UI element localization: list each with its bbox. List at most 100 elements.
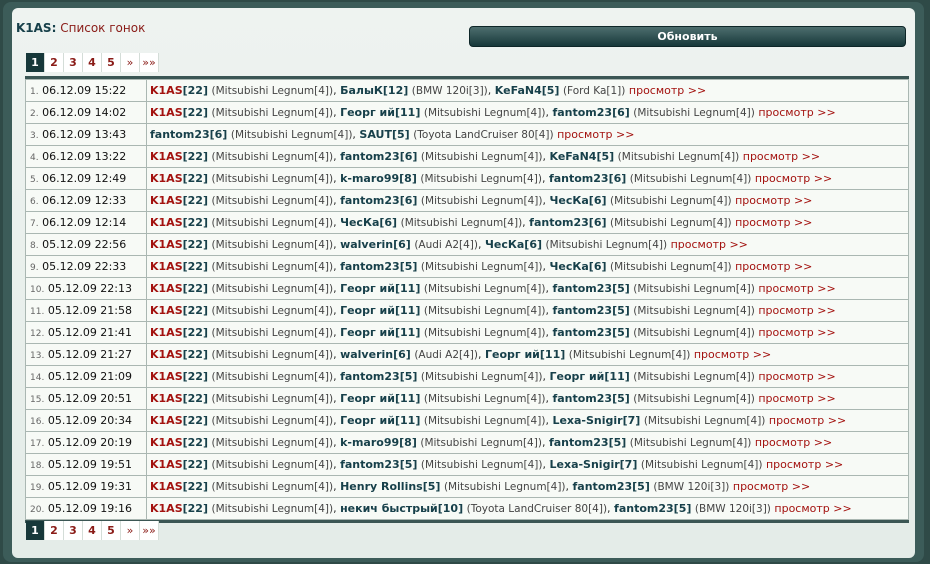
racer-name[interactable]: fantom23 — [340, 260, 400, 273]
racer-name[interactable]: fantom23 — [340, 150, 400, 163]
racer-name[interactable]: Георг ий — [485, 348, 540, 361]
racer-name[interactable]: K1AS — [150, 150, 183, 163]
racer-name[interactable]: Георг ий — [340, 326, 395, 339]
page-link-4[interactable]: 4 — [83, 521, 102, 540]
refresh-button[interactable]: Обновить — [469, 26, 906, 47]
view-race-link[interactable]: просмотр >> — [755, 436, 832, 449]
racer-level: [11] — [394, 304, 421, 317]
view-race-link[interactable]: просмотр >> — [743, 150, 820, 163]
racer-name[interactable]: K1AS — [150, 260, 183, 273]
view-race-link[interactable]: просмотр >> — [755, 172, 832, 185]
racer-name[interactable]: fantom23 — [552, 106, 612, 119]
page-title: K1AS: Список гонок — [16, 21, 146, 35]
racer-name[interactable]: fantom23 — [552, 304, 612, 317]
page-next-link[interactable]: » — [121, 53, 140, 72]
page-link-4[interactable]: 4 — [83, 53, 102, 72]
view-race-link[interactable]: просмотр >> — [735, 194, 812, 207]
page-link-3[interactable]: 3 — [64, 521, 83, 540]
racer-name[interactable]: K1AS — [150, 282, 183, 295]
racer-name[interactable]: K1AS — [150, 172, 183, 185]
racer-name[interactable]: KeFaN4 — [495, 84, 542, 97]
racer-name[interactable]: K1AS — [150, 392, 183, 405]
racer-car: (Mitsubishi Legnum[4]) — [423, 305, 546, 317]
racer-name[interactable]: fantom23 — [573, 480, 633, 493]
racer-name[interactable]: Lexa-Snigir — [552, 414, 622, 427]
racer-name[interactable]: fantom23 — [549, 436, 609, 449]
racer-name[interactable]: K1AS — [150, 370, 183, 383]
racer-name[interactable]: fantom23 — [340, 194, 400, 207]
view-race-link[interactable]: просмотр >> — [735, 260, 812, 273]
racer-name[interactable]: Lexa-Snigir — [550, 458, 620, 471]
view-race-link[interactable]: просмотр >> — [735, 216, 812, 229]
view-race-link[interactable]: просмотр >> — [758, 326, 835, 339]
racer-name[interactable]: K1AS — [150, 348, 183, 361]
racer-name[interactable]: Георг ий — [340, 282, 395, 295]
view-race-link[interactable]: просмотр >> — [733, 480, 810, 493]
view-race-link[interactable]: просмотр >> — [758, 106, 835, 119]
racer-name[interactable]: fantom23 — [529, 216, 589, 229]
racer-name[interactable]: fantom23 — [552, 392, 612, 405]
racer-name[interactable]: ЧесКа — [340, 216, 379, 229]
racer-name[interactable]: K1AS — [150, 84, 183, 97]
racer-name[interactable]: БалыК — [340, 84, 383, 97]
racer-name[interactable]: Георг ий — [340, 414, 395, 427]
view-race-link[interactable]: просмотр >> — [557, 128, 634, 141]
racer-name[interactable]: fantom23 — [340, 370, 400, 383]
racer-name[interactable]: K1AS — [150, 216, 183, 229]
racer-name[interactable]: K1AS — [150, 106, 183, 119]
racer-name[interactable]: KeFaN4 — [550, 150, 597, 163]
view-race-link[interactable]: просмотр >> — [758, 392, 835, 405]
racer-name[interactable]: K1AS — [150, 458, 183, 471]
view-race-link[interactable]: просмотр >> — [758, 370, 835, 383]
racer-name[interactable]: K1AS — [150, 436, 183, 449]
racer-name[interactable]: ЧесКа — [550, 194, 589, 207]
view-race-link[interactable]: просмотр >> — [758, 282, 835, 295]
racer-name[interactable]: fantom23 — [150, 128, 210, 141]
racer-name[interactable]: K1AS — [150, 326, 183, 339]
view-race-link[interactable]: просмотр >> — [694, 348, 771, 361]
racer-name[interactable]: fantom23 — [614, 502, 674, 515]
page-link-2[interactable]: 2 — [45, 53, 64, 72]
page-last-link[interactable]: »» — [140, 521, 159, 540]
page-last-link[interactable]: »» — [140, 53, 159, 72]
racer-name[interactable]: некич быстрый — [340, 502, 438, 515]
racer-name[interactable]: ЧесКа — [485, 238, 524, 251]
racer-name[interactable]: Георг ий — [550, 370, 605, 383]
page-link-3[interactable]: 3 — [64, 53, 83, 72]
racer-level: [11] — [394, 326, 421, 339]
racer-name[interactable]: K1AS — [150, 238, 183, 251]
racer-name[interactable]: walverin — [340, 238, 393, 251]
racer-name[interactable]: K1AS — [150, 194, 183, 207]
racer-name[interactable]: k-maro99 — [340, 172, 399, 185]
racer-name[interactable]: fantom23 — [549, 172, 609, 185]
racer-name[interactable]: Георг ий — [340, 392, 395, 405]
view-race-link[interactable]: просмотр >> — [758, 304, 835, 317]
view-race-link[interactable]: просмотр >> — [766, 458, 843, 471]
racer-name[interactable]: fantom23 — [340, 458, 400, 471]
page-link-2[interactable]: 2 — [45, 521, 64, 540]
view-race-link[interactable]: просмотр >> — [769, 414, 846, 427]
page-link-5[interactable]: 5 — [102, 521, 121, 540]
race-date: 05.12.09 22:56 — [42, 238, 127, 251]
view-race-link[interactable]: просмотр >> — [671, 238, 748, 251]
page-link-5[interactable]: 5 — [102, 53, 121, 72]
racer-name[interactable]: Георг ий — [340, 106, 395, 119]
racer-name[interactable]: fantom23 — [552, 282, 612, 295]
view-race-link[interactable]: просмотр >> — [629, 84, 706, 97]
view-race-link[interactable]: просмотр >> — [774, 502, 851, 515]
racer-name[interactable]: walverin — [340, 348, 393, 361]
racer-name[interactable]: K1AS — [150, 502, 183, 515]
page-next-link[interactable]: » — [121, 521, 140, 540]
racer-name[interactable]: ЧесКа — [550, 260, 589, 273]
racer-name[interactable]: K1AS — [150, 304, 183, 317]
racer-name[interactable]: Георг ий — [340, 304, 395, 317]
racer-name[interactable]: K1AS — [150, 480, 183, 493]
page-link-1[interactable]: 1 — [26, 53, 45, 72]
racer-name[interactable]: K1AS — [150, 414, 183, 427]
racer-level: [22] — [182, 502, 208, 515]
racer-name[interactable]: SAUT — [359, 128, 392, 141]
racer-name[interactable]: Henry Rollins — [340, 480, 423, 493]
page-link-1[interactable]: 1 — [26, 521, 45, 540]
racer-name[interactable]: fantom23 — [552, 326, 612, 339]
racer-name[interactable]: k-maro99 — [340, 436, 399, 449]
